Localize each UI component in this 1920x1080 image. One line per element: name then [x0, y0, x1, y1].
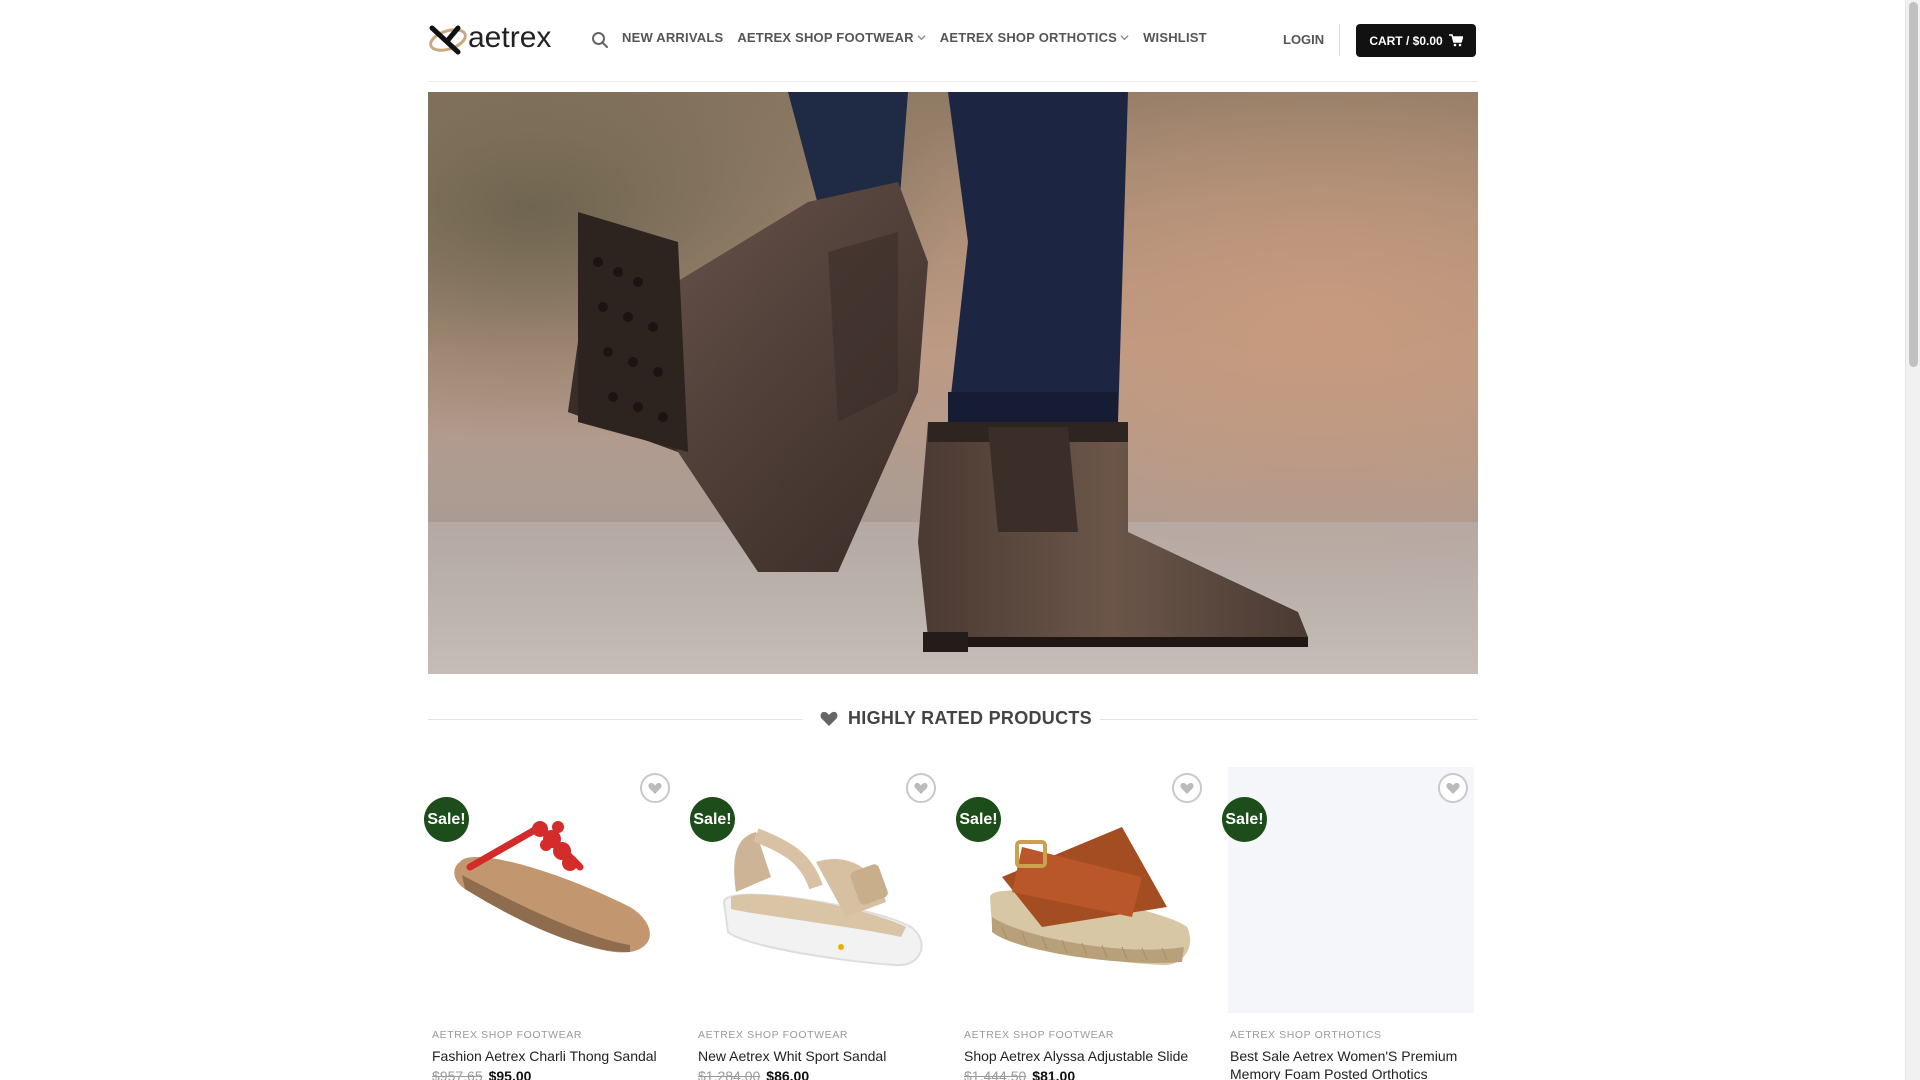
chevron-down-icon — [917, 35, 926, 41]
logo-mark-icon: aetrex — [429, 21, 551, 55]
chevron-down-icon — [1120, 35, 1129, 41]
sale-price: $95.00 — [488, 1068, 532, 1080]
login-link[interactable]: LOGIN — [1283, 32, 1324, 47]
sale-badge: Sale! — [690, 797, 735, 842]
heart-icon — [914, 782, 928, 794]
product-image[interactable]: Sale! — [690, 767, 942, 1013]
nav-label: WISHLIST — [1143, 30, 1207, 45]
nav-shop-footwear[interactable]: AETREX SHOP FOOTWEAR — [737, 30, 926, 45]
nav-label: AETREX SHOP FOOTWEAR — [737, 30, 914, 45]
wishlist-button[interactable] — [1172, 773, 1202, 803]
heart-icon — [820, 711, 838, 726]
product-card[interactable]: Sale! AETREX SHOP FOOTWEAR Shop Aetrex A… — [956, 767, 1208, 1080]
product-name[interactable]: Shop Aetrex Alyssa Adjustable Slide — [962, 1047, 1208, 1065]
sale-price: $81.00 — [1032, 1068, 1076, 1080]
sale-badge: Sale! — [956, 797, 1001, 842]
page-scrollbar[interactable] — [1905, 0, 1920, 1080]
product-grid: Sale! AETREX SHOP FOOTWEAR Fashion Aetre… — [424, 767, 1478, 1080]
red-thong-sandal-image — [454, 821, 650, 953]
old-price: $957.65 — [432, 1068, 483, 1080]
product-category[interactable]: AETREX SHOP FOOTWEAR — [962, 1029, 1208, 1041]
product-category[interactable]: AETREX SHOP FOOTWEAR — [696, 1029, 942, 1041]
search-icon[interactable] — [591, 31, 609, 49]
wishlist-button[interactable] — [640, 773, 670, 803]
product-name[interactable]: New Aetrex Whit Sport Sandal — [696, 1047, 942, 1065]
gold-sport-sandal-image — [722, 828, 923, 967]
heart-icon — [1180, 782, 1194, 794]
wishlist-button[interactable] — [1438, 773, 1468, 803]
product-image[interactable]: Sale! — [956, 767, 1208, 1013]
product-category[interactable]: AETREX SHOP FOOTWEAR — [430, 1029, 676, 1041]
nav-label: AETREX SHOP ORTHOTICS — [939, 30, 1118, 45]
product-category[interactable]: AETREX SHOP ORTHOTICS — [1228, 1029, 1474, 1041]
product-price: $1,444.50 $81.00 — [962, 1068, 1208, 1080]
cart-button[interactable]: CART / $0.00 — [1356, 24, 1476, 57]
logo-text: aetrex — [468, 21, 551, 54]
title-rule-right — [1100, 719, 1478, 720]
nav-shop-orthotics[interactable]: AETREX SHOP ORTHOTICS — [940, 30, 1129, 45]
product-image[interactable]: Sale! — [1222, 767, 1474, 1013]
brown-slide-image — [990, 827, 1191, 966]
aetrex-logo[interactable]: aetrex — [428, 20, 564, 60]
section-header: HIGHLY RATED PRODUCTS — [428, 706, 1478, 732]
heart-icon — [1446, 782, 1460, 794]
section-title-text: HIGHLY RATED PRODUCTS — [848, 708, 1092, 728]
cart-icon — [1448, 34, 1463, 47]
old-price: $1,444.50 — [964, 1068, 1027, 1080]
main-nav: NEW ARRIVALS AETREX SHOP FOOTWEAR AETREX… — [622, 30, 1207, 45]
sale-badge: Sale! — [1222, 797, 1267, 842]
product-name[interactable]: Fashion Aetrex Charli Thong Sandal — [430, 1047, 676, 1065]
header-divider — [1339, 24, 1340, 56]
nav-new-arrivals[interactable]: NEW ARRIVALS — [622, 30, 723, 45]
old-price: $1,284.00 — [698, 1068, 761, 1080]
product-price: $957.65 $95.00 — [430, 1068, 676, 1080]
section-title: HIGHLY RATED PRODUCTS — [820, 708, 1092, 729]
product-price: $1,284.00 $86.00 — [696, 1068, 942, 1080]
product-card[interactable]: Sale! AETREX SHOP FOOTWEAR Fashion Aetre… — [424, 767, 676, 1080]
product-name[interactable]: Best Sale Aetrex Women'S Premium Memory … — [1228, 1047, 1474, 1080]
nav-wishlist[interactable]: WISHLIST — [1143, 30, 1207, 45]
product-image[interactable]: Sale! — [424, 767, 676, 1013]
site-header: aetrex NEW ARRIVALS AETREX SHOP FOOTWEAR… — [428, 0, 1478, 82]
page-container: aetrex NEW ARRIVALS AETREX SHOP FOOTWEAR… — [424, 0, 1478, 1080]
nav-label: NEW ARRIVALS — [622, 30, 724, 45]
hero-boot-image — [428, 92, 1478, 674]
title-rule-left — [428, 719, 803, 720]
product-card[interactable]: Sale! AETREX SHOP ORTHOTICS Best Sale Ae… — [1222, 767, 1474, 1080]
hero-banner[interactable] — [428, 92, 1478, 674]
product-card[interactable]: Sale! AETREX SHOP FOOTWEAR New Aetrex Wh… — [690, 767, 942, 1080]
cart-label: CART / $0.00 — [1369, 33, 1443, 48]
heart-icon — [648, 782, 662, 794]
scrollbar-thumb[interactable] — [1909, 2, 1918, 367]
sale-badge: Sale! — [424, 797, 469, 842]
wishlist-button[interactable] — [906, 773, 936, 803]
sale-price: $86.00 — [766, 1068, 810, 1080]
